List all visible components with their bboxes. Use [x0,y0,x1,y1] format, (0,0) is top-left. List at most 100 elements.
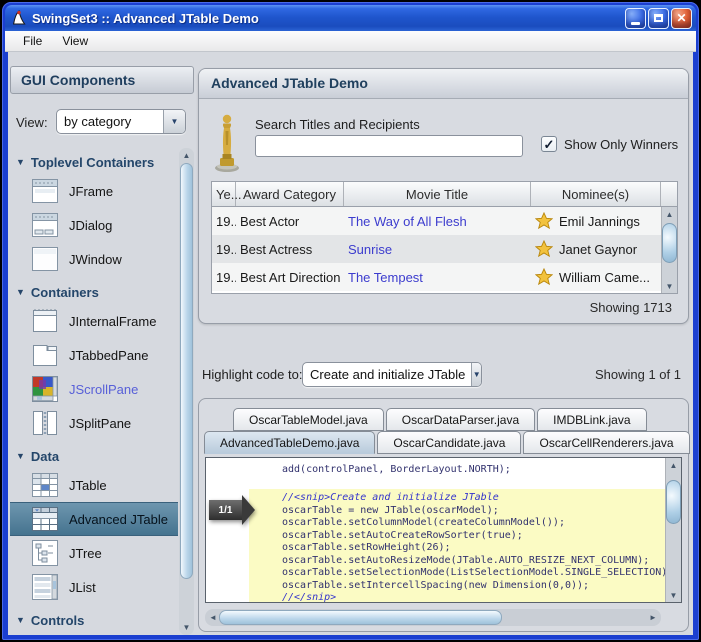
tab-oscardataparser[interactable]: OscarDataParser.java [386,408,535,431]
advanced-jtable-icon [30,504,60,534]
code-vscroll-thumb[interactable] [666,480,681,524]
scroll-down-icon[interactable]: ▼ [662,279,677,293]
column-header-movie-title[interactable]: Movie Title [344,182,531,206]
scroll-up-icon[interactable]: ▲ [179,148,194,163]
tree-item-jtree[interactable]: JTree [10,536,178,570]
scroll-right-icon[interactable]: ► [645,609,661,626]
jtabbedpane-icon [30,340,60,370]
tree-item-jdialog[interactable]: JDialog [10,208,178,242]
tree-item-togglebuttons[interactable]: ToggleButtons [10,632,178,635]
table-row[interactable]: 19... Best Actor The Way of All Flesh Em… [212,207,661,235]
jwindow-icon [30,244,60,274]
tree-section-containers[interactable]: ▼ Containers [10,280,178,304]
code-tabs-row-2: AdvancedTableDemo.java OscarCandidate.ja… [204,431,688,454]
code-hscroll-thumb[interactable] [219,610,502,625]
highlighted-snippet: //<snip>Create and initialize JTable osc… [249,489,665,602]
client-area: GUI Components View: by category ▼ ▼ Top… [8,52,693,635]
tree-section-label: Toplevel Containers [31,155,154,170]
title-bar[interactable]: SwingSet3 :: Advanced JTable Demo ✕ [5,5,696,31]
jsplitpane-icon [30,408,60,438]
table-status: Showing 1713 [590,300,672,315]
menu-bar: File View [5,31,696,52]
code-horizontal-scrollbar[interactable]: ◄ ► [205,609,661,626]
tab-advancedtabledemo[interactable]: AdvancedTableDemo.java [204,431,375,454]
close-icon: ✕ [676,12,686,24]
snippet-marker: 1/1 [209,500,242,520]
component-tree: ▼ Toplevel Containers JFrame JDialog [10,148,194,635]
jinternalframe-icon [30,306,60,336]
jtree-icon [30,538,60,568]
tab-oscarcellrenderers[interactable]: OscarCellRenderers.java [523,431,689,454]
tree-section-label: Controls [31,613,84,628]
tab-imdblink[interactable]: IMDBLink.java [537,408,646,431]
code-line: oscarTable.setAutoCreateRowSorter(true); [282,530,661,543]
snippet-count-status: Showing 1 of 1 [595,367,681,382]
jframe-icon [30,176,60,206]
search-input[interactable] [255,135,523,157]
column-header-award-category[interactable]: Award Category [236,182,344,206]
tree-item-jtabbedpane[interactable]: JTabbedPane [10,338,178,372]
menu-view[interactable]: View [52,32,98,50]
column-header-year[interactable]: Ye... [212,182,236,206]
highlight-code-combobox[interactable]: Create and initialize JTable ▼ [302,362,482,387]
snippet-navigator-arrow[interactable]: 1/1 [209,495,255,525]
sidebar: GUI Components View: by category ▼ ▼ Top… [10,52,194,635]
demo-title: Advanced JTable Demo [199,69,688,99]
table-scrollbar-thumb[interactable] [662,223,677,263]
cell-movie-title-link[interactable]: The Tempest [344,270,531,285]
scroll-up-icon[interactable]: ▲ [666,458,681,472]
cell-movie-title-link[interactable]: Sunrise [344,242,531,257]
chevron-down-icon: ▼ [471,363,481,386]
view-combobox[interactable]: by category ▼ [56,109,186,134]
minimize-button[interactable] [625,8,646,29]
code-line: oscarTable = new JTable(oscarModel); [282,505,661,518]
view-label: View: [16,115,48,130]
column-header-nominees[interactable]: Nominee(s) [531,182,661,206]
code-vertical-scrollbar[interactable]: ▲ ▼ [665,458,681,602]
checkbox-checked-icon[interactable]: ✓ [541,136,557,152]
tree-section-toplevel-containers[interactable]: ▼ Toplevel Containers [10,150,178,174]
scroll-up-icon[interactable]: ▲ [662,207,677,221]
scroll-down-icon[interactable]: ▼ [666,588,681,602]
collapse-triangle-icon: ▼ [16,451,25,461]
scroll-down-icon[interactable]: ▼ [179,620,194,635]
tree-item-jtable[interactable]: JTable [10,468,178,502]
code-line: oscarTable.setIntercellSpacing(new Dimen… [282,580,661,593]
tree-item-advanced-jtable[interactable]: Advanced JTable [10,502,178,536]
view-combobox-value: by category [57,110,163,133]
code-viewer: add(controlPanel, BorderLayout.NORTH); /… [205,457,682,603]
cell-nominee: Janet Gaynor [531,240,661,258]
code-line: add(controlPanel, BorderLayout.NORTH); [206,464,665,477]
cell-year: 19... [212,242,236,257]
tree-section-controls[interactable]: ▼ Controls [10,608,178,632]
minimize-icon [631,22,640,25]
menu-file[interactable]: File [13,32,52,50]
cell-year: 19... [212,214,236,229]
tab-oscarcandidate[interactable]: OscarCandidate.java [377,431,521,454]
restore-button[interactable] [648,8,669,29]
show-only-winners-checkbox[interactable]: ✓ Show Only Winners [541,136,678,152]
sidebar-scrollbar-thumb[interactable] [180,163,193,579]
tree-item-jlist[interactable]: JList [10,570,178,604]
tree-item-jwindow[interactable]: JWindow [10,242,178,276]
tree-item-jframe[interactable]: JFrame [10,174,178,208]
winner-star-icon [535,240,553,258]
tree-item-jsplitpane[interactable]: JSplitPane [10,406,178,440]
collapse-triangle-icon: ▼ [16,287,25,297]
close-button[interactable]: ✕ [671,8,692,29]
cell-movie-title-link[interactable]: The Way of All Flesh [344,214,531,229]
main-area: Advanced JTable Demo Search Title [198,52,693,635]
code-line: oscarTable.setRowHeight(26); [282,542,661,555]
sidebar-scrollbar[interactable]: ▲ ▼ [179,148,194,635]
cell-category: Best Art Direction [236,270,344,285]
search-label: Search Titles and Recipients [255,117,420,132]
code-line-comment: //</snip> [282,592,661,602]
tree-item-jinternalframe[interactable]: JInternalFrame [10,304,178,338]
tree-item-jscrollpane[interactable]: JScrollPane [10,372,178,406]
table-body: 19... Best Actor The Way of All Flesh Em… [212,207,661,293]
table-row[interactable]: 19... Best Actress Sunrise Janet Gaynor [212,235,661,263]
table-row[interactable]: 19... Best Art Direction The Tempest Wil… [212,263,661,291]
table-scrollbar[interactable]: ▲ ▼ [661,207,677,293]
tree-section-data[interactable]: ▼ Data [10,444,178,468]
tab-oscartablemodel[interactable]: OscarTableModel.java [233,408,384,431]
